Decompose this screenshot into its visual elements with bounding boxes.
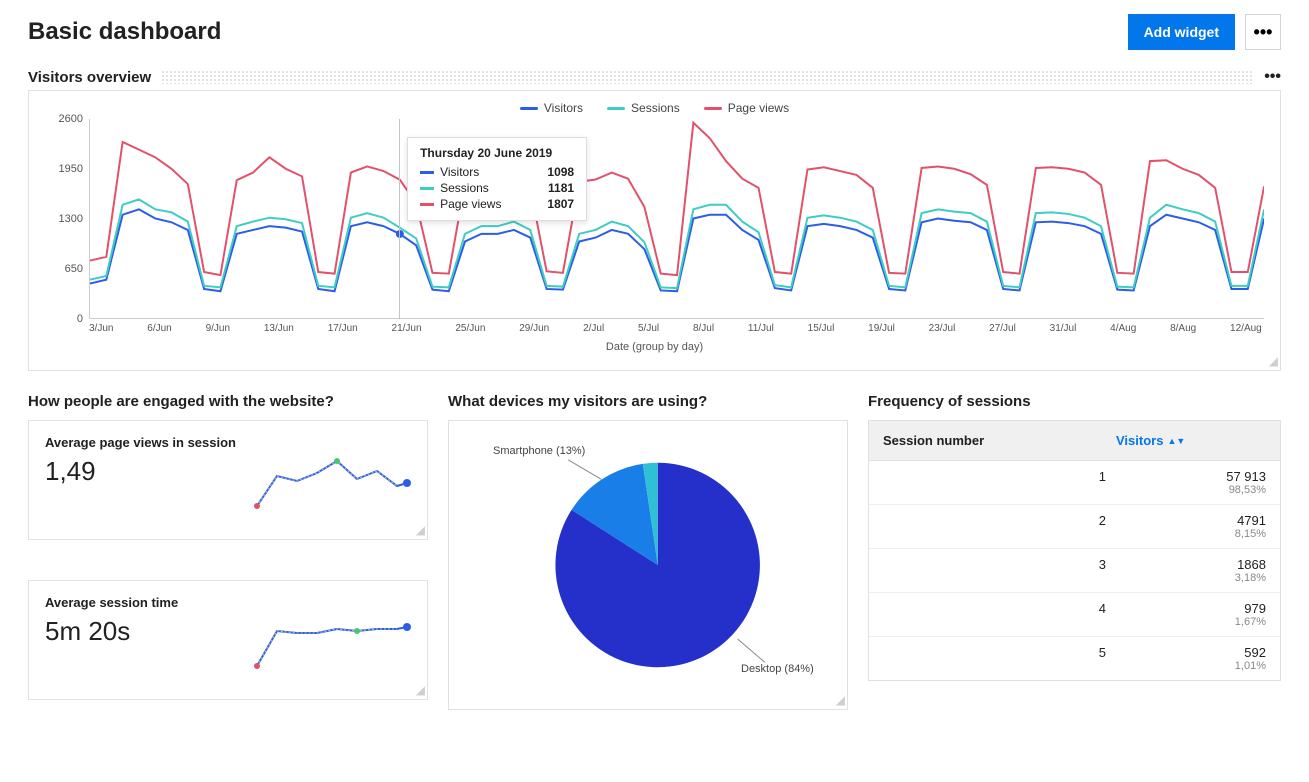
overview-card: Visitors Sessions Page views 26001950130… [28, 90, 1281, 371]
table-header: Session number Visitors▲▼ [869, 421, 1280, 461]
overview-chart[interactable]: 2600195013006500 3/Jun6/Jun9/Jun13/Jun17… [39, 119, 1270, 364]
table-row[interactable]: 157 91398,53% [869, 461, 1280, 505]
devices-title: What devices my visitors are using? [448, 393, 848, 410]
devices-pie-card: Desktop (84%) Smartphone (13%) ◢ [448, 420, 848, 710]
table-row[interactable]: 247918,15% [869, 505, 1280, 549]
frequency-table: Session number Visitors▲▼ 157 91398,53%2… [868, 420, 1281, 681]
pie-smartphone-label: Smartphone (13%) [493, 445, 585, 457]
metric-label: Average session time [45, 595, 411, 610]
avg-pageviews-card: Average page views in session 1,49 ◢ [28, 420, 428, 540]
tooltip-title: Thursday 20 June 2019 [420, 146, 574, 160]
page-title: Basic dashboard [28, 18, 221, 46]
add-widget-button[interactable]: Add widget [1128, 14, 1235, 50]
avg-session-time-card: Average session time 5m 20s ◢ [28, 580, 428, 700]
sparkline [247, 611, 417, 671]
col-session-number[interactable]: Session number [883, 433, 1116, 448]
engagement-title: How people are engaged with the website? [28, 393, 428, 410]
x-axis-label: Date (group by day) [39, 341, 1270, 353]
chart-tooltip: Thursday 20 June 2019 Visitors1098 Sessi… [407, 137, 587, 221]
col-visitors[interactable]: Visitors▲▼ [1116, 433, 1266, 448]
table-row[interactable]: 49791,67% [869, 593, 1280, 637]
overview-menu-button[interactable]: ••• [1264, 68, 1281, 86]
resize-handle-icon[interactable]: ◢ [1269, 354, 1278, 368]
metric-label: Average page views in session [45, 435, 411, 450]
sparkline [247, 451, 417, 511]
table-row[interactable]: 318683,18% [869, 549, 1280, 593]
overview-title: Visitors overview [28, 69, 151, 86]
resize-handle-icon[interactable]: ◢ [416, 683, 425, 697]
table-row[interactable]: 55921,01% [869, 637, 1280, 680]
legend-pageviews[interactable]: Page views [704, 101, 789, 115]
sort-icon: ▲▼ [1167, 436, 1185, 446]
pie-chart[interactable] [463, 435, 833, 695]
more-menu-button[interactable]: ••• [1245, 14, 1281, 50]
resize-handle-icon[interactable]: ◢ [836, 693, 845, 707]
frequency-title: Frequency of sessions [868, 393, 1281, 410]
legend-sessions[interactable]: Sessions [607, 101, 680, 115]
chart-legend: Visitors Sessions Page views [39, 101, 1270, 115]
chart-crosshair [399, 119, 400, 319]
header-actions: Add widget ••• [1128, 14, 1281, 50]
overview-widget-header: Visitors overview ••• [28, 68, 1281, 86]
pie-desktop-label: Desktop (84%) [741, 663, 814, 675]
drag-handle[interactable] [161, 70, 1254, 84]
legend-visitors[interactable]: Visitors [520, 101, 583, 115]
resize-handle-icon[interactable]: ◢ [416, 523, 425, 537]
